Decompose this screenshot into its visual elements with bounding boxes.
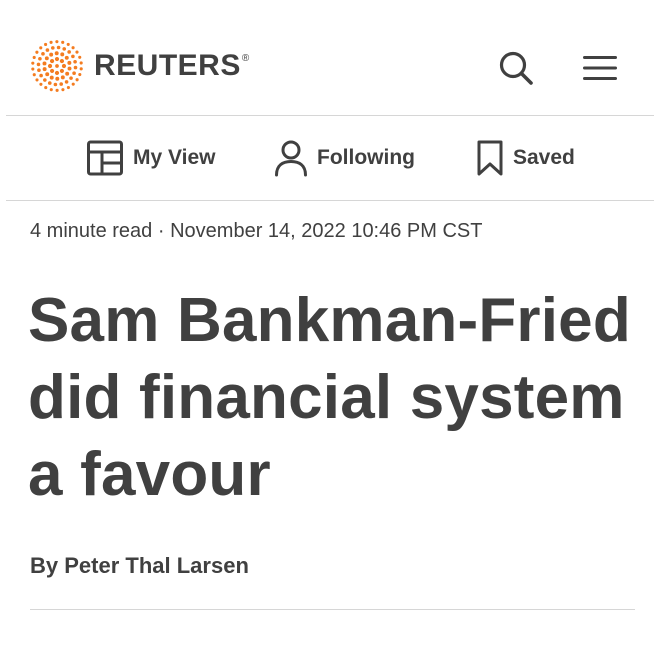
menu-button[interactable] — [578, 46, 622, 90]
meta-separator: · — [157, 220, 165, 242]
article-meta: 4 minute read · November 14, 2022 10:46 … — [30, 220, 482, 243]
byline-divider — [30, 609, 635, 610]
user-icon — [275, 140, 307, 177]
registered-mark: ® — [241, 53, 250, 64]
logo-wordmark: REUTERS® — [94, 49, 250, 82]
bookmark-icon — [477, 140, 503, 176]
nav-label-following: Following — [317, 146, 415, 169]
reuters-logo[interactable]: REUTERS® — [28, 38, 250, 94]
layout-grid-icon — [87, 140, 123, 176]
site-header: REUTERS® — [0, 0, 671, 116]
nav-label-my-view: My View — [133, 146, 216, 169]
read-time: 4 minute read — [30, 220, 153, 242]
nav-label-saved: Saved — [513, 146, 575, 169]
search-button[interactable] — [494, 46, 538, 90]
byline-prefix: By — [30, 553, 59, 578]
search-icon — [499, 51, 533, 85]
user-nav: My View Following Saved — [0, 116, 671, 200]
author-link[interactable]: Peter Thal Larsen — [64, 553, 249, 578]
publish-timestamp: November 14, 2022 10:46 PM CST — [170, 220, 483, 242]
article-headline: Sam Bankman-Fried did financial system a… — [28, 286, 631, 509]
nav-divider — [6, 200, 654, 201]
nav-item-saved[interactable]: Saved — [476, 136, 575, 180]
reuters-logo-mark-icon — [31, 40, 83, 92]
byline: By Peter Thal Larsen — [30, 553, 249, 579]
hamburger-menu-icon — [583, 56, 617, 80]
nav-item-following[interactable]: Following — [274, 136, 415, 180]
nav-item-my-view[interactable]: My View — [86, 136, 215, 180]
